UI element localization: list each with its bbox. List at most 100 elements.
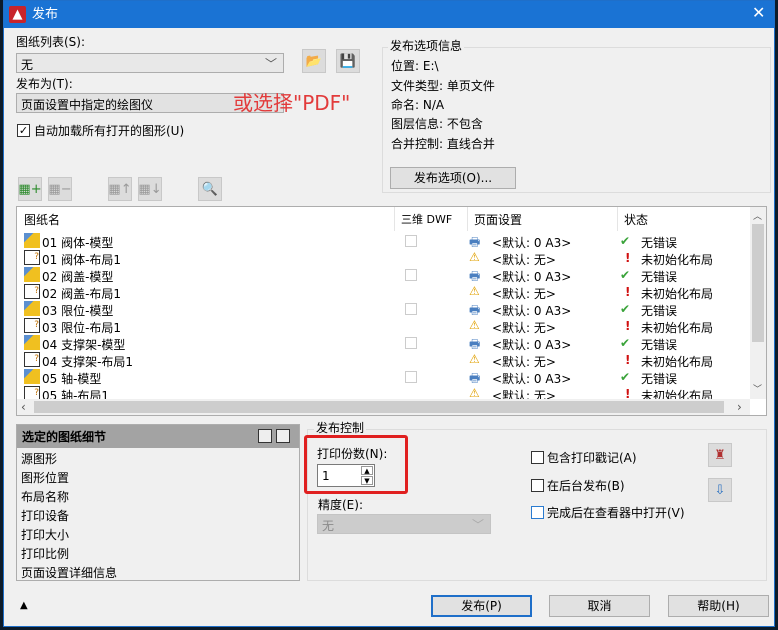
check-icon: ✔	[620, 234, 631, 248]
info-file-type: 文件类型: 单页文件	[391, 79, 495, 93]
table-row[interactable]: ? 01 阀体-布局1 ⚠ <默认: 无>! 未初始化布局	[17, 250, 747, 267]
table-row[interactable]: 04 支撑架-模型 🖶 <默认: 0 A3> ✔ 无错误	[17, 335, 747, 352]
model-space-icon	[24, 301, 40, 316]
table-row[interactable]: 05 轴-模型 🖶 <默认: 0 A3> ✔ 无错误	[17, 369, 747, 386]
table-row[interactable]: 03 限位-模型 🖶 <默认: 0 A3> ✔ 无错误	[17, 301, 747, 318]
header-dwf[interactable]: 三维 DWF	[401, 213, 452, 227]
page-setup-value[interactable]: <默认: 无>	[492, 285, 556, 302]
header-status[interactable]: 状态	[624, 213, 648, 227]
page-setup-value[interactable]: <默认: 无>	[492, 353, 556, 370]
page-setup-value[interactable]: <默认: 0 A3>	[492, 302, 571, 319]
details-preview-icon[interactable]	[276, 429, 290, 443]
status-value: 无错误	[641, 270, 678, 284]
sheet-name: 04 支撑架-模型	[42, 338, 126, 352]
background-label: 在后台发布(B)	[547, 479, 625, 493]
remove-sheets-button[interactable]: ▦−	[48, 177, 72, 201]
publish-to-label: 发布为(T):	[16, 77, 73, 91]
dwf-checkbox[interactable]	[405, 337, 417, 349]
page-setup-value[interactable]: <默认: 0 A3>	[492, 268, 571, 285]
page-setup-value[interactable]: <默认: 无>	[492, 387, 556, 399]
page-setup-value[interactable]: <默认: 无>	[492, 319, 556, 336]
publish-options-button[interactable]: 发布选项(O)...	[390, 167, 516, 189]
details-item: 打印大小	[21, 528, 70, 542]
scroll-left-icon[interactable]: ‹	[21, 400, 26, 414]
details-item: 打印比例	[21, 547, 70, 561]
table-row[interactable]: ? 05 轴-布局1 ⚠ <默认: 无>! 未初始化布局	[17, 386, 747, 399]
table-row[interactable]: ? 03 限位-布局1 ⚠ <默认: 无>! 未初始化布局	[17, 318, 747, 335]
precision-value: 无	[322, 519, 335, 533]
status-value: 未初始化布局	[641, 253, 714, 267]
window-title: 发布	[32, 7, 59, 22]
page-setup-value[interactable]: <默认: 无>	[492, 251, 556, 268]
table-row[interactable]: 02 阀盖-模型 🖶 <默认: 0 A3> ✔ 无错误	[17, 267, 747, 284]
horizontal-scrollbar[interactable]: ‹ ›	[17, 399, 750, 415]
publish-button[interactable]: 发布(P)	[431, 595, 532, 617]
details-view-icon[interactable]	[258, 429, 272, 443]
sheet-name: 03 限位-模型	[42, 304, 114, 318]
spin-up-button[interactable]: ▲	[361, 466, 373, 475]
dwf-checkbox[interactable]	[405, 371, 417, 383]
save-sheet-list-button[interactable]: 💾	[336, 49, 360, 73]
add-sheets-button[interactable]: ▦+	[18, 177, 42, 201]
auto-load-checkbox[interactable]: ✓	[17, 124, 30, 137]
background-checkbox[interactable]	[531, 479, 544, 492]
status-value: 无错误	[641, 372, 678, 386]
table-header: 图纸名 三维 DWF 页面设置 状态	[17, 207, 750, 231]
status-value: 未初始化布局	[641, 287, 714, 301]
folder-open-icon: 📂	[305, 53, 323, 69]
copies-spinner[interactable]: 1 ▲ ▼	[317, 464, 375, 487]
copies-value[interactable]: 1	[322, 469, 330, 483]
help-button[interactable]: 帮助(H)	[668, 595, 769, 617]
cancel-button[interactable]: 取消	[549, 595, 650, 617]
load-sheet-list-button[interactable]: 📂	[302, 49, 326, 73]
scrollbar-thumb[interactable]	[34, 401, 724, 413]
check-icon: ✔	[620, 370, 631, 384]
error-icon: !	[625, 319, 631, 333]
spin-down-button[interactable]: ▼	[361, 476, 373, 485]
dwf-checkbox[interactable]	[405, 269, 417, 281]
sheet-name: 05 轴-布局1	[42, 389, 110, 399]
stamp-settings-button[interactable]: ♜	[708, 443, 732, 467]
layout-icon: ?	[24, 318, 40, 333]
page-setup-value[interactable]: <默认: 0 A3>	[492, 336, 571, 353]
details-header: 选定的图纸细节	[17, 425, 299, 448]
move-down-button[interactable]: ▦↓	[138, 177, 162, 201]
sheet-name: 04 支撑架-布局1	[42, 355, 134, 369]
sheet-list-select[interactable]: 无 ﹀	[16, 53, 284, 73]
table-row[interactable]: ? 02 阀盖-布局1 ⚠ <默认: 无>! 未初始化布局	[17, 284, 747, 301]
info-layer: 图层信息: 不包含	[391, 117, 483, 131]
table-row[interactable]: ? 04 支撑架-布局1 ⚠ <默认: 无>! 未初始化布局	[17, 352, 747, 369]
move-up-button[interactable]: ▦↑	[108, 177, 132, 201]
scroll-up-icon[interactable]: ︿	[753, 210, 762, 224]
page-setup-value[interactable]: <默认: 0 A3>	[492, 370, 571, 387]
table-row[interactable]: 01 阀体-模型 🖶 <默认: 0 A3> ✔ 无错误	[17, 233, 747, 250]
export-button[interactable]: ⇩	[708, 478, 732, 502]
precision-label: 精度(E):	[318, 498, 363, 512]
copies-label: 打印份数(N):	[317, 447, 388, 461]
vertical-scrollbar[interactable]: ︿ ﹀	[750, 207, 766, 399]
open-viewer-checkbox[interactable]	[531, 506, 544, 519]
page-setup-value[interactable]: <默认: 0 A3>	[492, 234, 571, 251]
dwf-checkbox[interactable]	[405, 303, 417, 315]
auto-load-label: 自动加载所有打开的图形(U)	[34, 124, 185, 138]
document-download-icon: ⇩	[714, 482, 726, 498]
chevron-down-icon: ﹀	[264, 57, 277, 71]
publish-control-title: 发布控制	[314, 421, 367, 435]
header-page-setup[interactable]: 页面设置	[474, 213, 522, 227]
page-setup-warning-icon: ⚠	[469, 318, 480, 332]
details-item: 源图形	[21, 452, 58, 466]
collapse-details-toggle[interactable]: ▲	[20, 599, 28, 613]
header-name[interactable]: 图纸名	[24, 213, 60, 227]
scrollbar-thumb[interactable]	[752, 224, 764, 342]
dwf-checkbox[interactable]	[405, 235, 417, 247]
scroll-right-icon[interactable]: ›	[737, 400, 742, 414]
preview-button[interactable]: 🔍	[198, 177, 222, 201]
stamp-checkbox[interactable]	[531, 451, 544, 464]
info-location: 位置: E:\	[391, 59, 439, 73]
close-button[interactable]: ✕	[752, 5, 765, 21]
error-icon: !	[625, 353, 631, 367]
precision-select[interactable]: 无 ﹀	[317, 514, 491, 534]
status-value: 未初始化布局	[641, 355, 714, 369]
preview-icon: 🔍	[201, 181, 219, 197]
scroll-down-icon[interactable]: ﹀	[753, 383, 762, 397]
